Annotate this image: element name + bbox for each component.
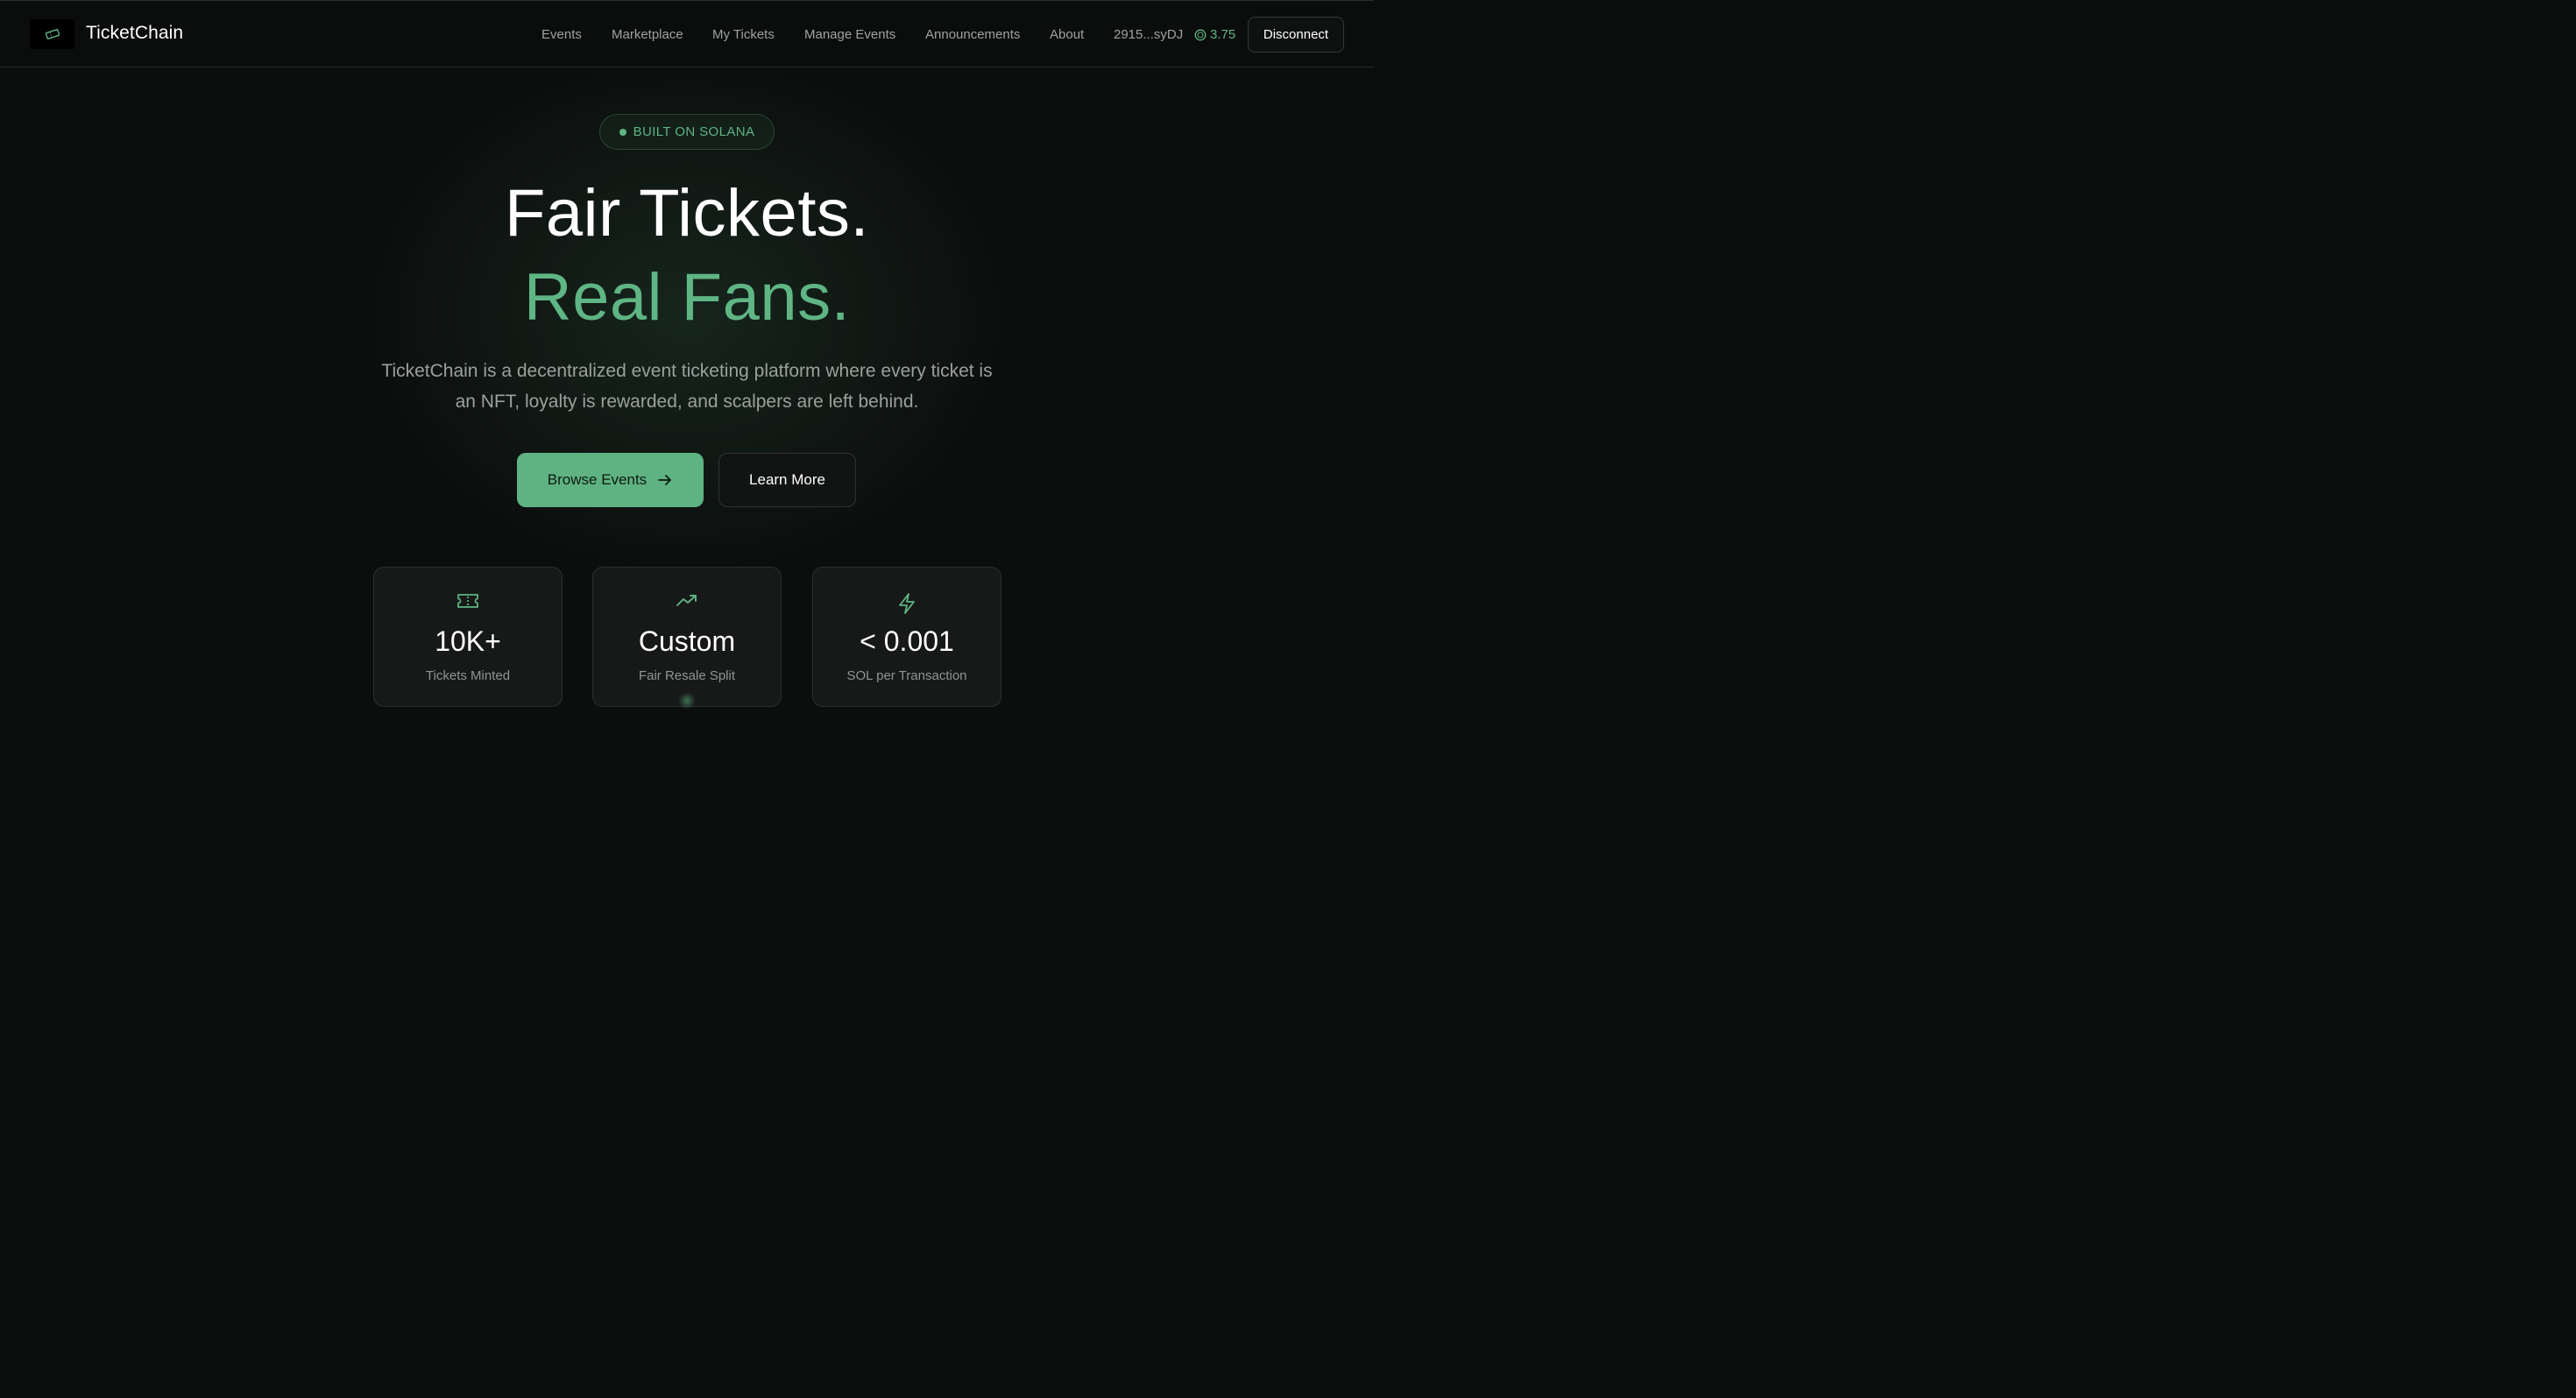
hero-description-line2: an NFT, loyalty is rewarded, and scalper…	[455, 392, 919, 412]
wallet-balance: 3.75	[1194, 27, 1235, 42]
brand-name[interactable]: TicketChain	[86, 23, 183, 44]
nav-announcements[interactable]: Announcements	[925, 27, 1020, 42]
stat-label: SOL per Transaction	[846, 668, 967, 683]
disconnect-button[interactable]: Disconnect	[1248, 17, 1344, 53]
stat-value: Custom	[638, 625, 736, 657]
hero-title-line1: Fair Tickets.	[504, 176, 870, 251]
nav-about[interactable]: About	[1050, 27, 1084, 42]
stat-card-resale: Custom Fair Resale Split	[592, 567, 782, 707]
built-on-badge: BUILT ON SOLANA	[599, 114, 775, 150]
nav-events[interactable]: Events	[541, 27, 582, 42]
stat-card-tickets: 10K+ Tickets Minted	[373, 567, 563, 707]
stat-card-fees: < 0.001 SOL per Transaction	[812, 567, 1001, 707]
lightning-icon	[899, 593, 915, 614]
balance-value: 3.75	[1210, 27, 1236, 42]
logo[interactable]	[30, 19, 74, 49]
nav-marketplace[interactable]: Marketplace	[612, 27, 683, 42]
trending-up-icon	[676, 595, 697, 606]
wallet-address: 2915...syDJ	[1114, 27, 1184, 42]
scroll-indicator-glow	[678, 692, 696, 710]
learn-more-button[interactable]: Learn More	[718, 453, 856, 507]
landing-page: TicketChain Events Marketplace My Ticket…	[0, 0, 1374, 745]
solana-coin-icon	[1194, 29, 1207, 40]
arrow-right-icon	[658, 475, 672, 485]
ticket-icon	[457, 594, 478, 608]
badge-dot-icon	[619, 128, 626, 136]
top-navbar: TicketChain Events Marketplace My Ticket…	[0, 0, 1374, 67]
hero-title-line2: Real Fans.	[523, 260, 851, 335]
nav-manage-events[interactable]: Manage Events	[804, 27, 895, 42]
stat-label: Tickets Minted	[425, 668, 511, 683]
browse-events-label: Browse Events	[547, 471, 648, 488]
badge-text: BUILT ON SOLANA	[633, 124, 755, 139]
stat-value: 10K+	[435, 625, 501, 657]
ticket-logo-icon	[45, 29, 60, 39]
nav-my-tickets[interactable]: My Tickets	[712, 27, 775, 42]
stat-label: Fair Resale Split	[638, 668, 736, 683]
stat-value: < 0.001	[860, 625, 954, 657]
hero-description-line1: TicketChain is a decentralized event tic…	[381, 361, 993, 381]
hero-description: TicketChain is a decentralized event tic…	[354, 356, 1020, 417]
browse-events-button[interactable]: Browse Events	[517, 453, 704, 507]
